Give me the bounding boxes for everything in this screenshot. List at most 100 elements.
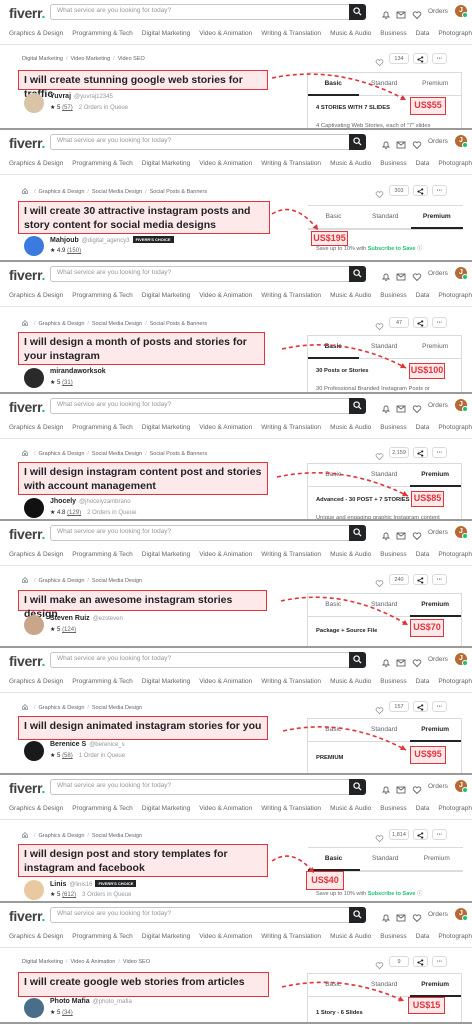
breadcrumb-item[interactable]: Graphics & Design (39, 578, 85, 584)
category-writing-translation[interactable]: Writing & Translation (261, 30, 321, 37)
share-button[interactable] (413, 53, 428, 64)
seller-avatar[interactable] (24, 236, 44, 256)
breadcrumb-item[interactable]: Digital Marketing (22, 959, 63, 965)
category-digital-marketing[interactable]: Digital Marketing (142, 933, 190, 940)
home-icon[interactable] (22, 832, 28, 838)
heart-icon[interactable] (412, 401, 422, 414)
category-writing-translation[interactable]: Writing & Translation (261, 424, 321, 431)
fiverr-logo[interactable]: fiverr. (9, 5, 45, 21)
category-photography[interactable]: Photography (438, 551, 472, 558)
mail-icon[interactable] (396, 401, 406, 413)
orders-link[interactable]: Orders (428, 529, 448, 536)
share-button[interactable] (413, 956, 428, 967)
category-data[interactable]: Data (416, 551, 430, 558)
user-avatar[interactable]: J (455, 5, 468, 18)
category-data[interactable]: Data (416, 678, 430, 685)
mail-icon[interactable] (396, 528, 406, 540)
tab-premium[interactable]: Premium (410, 981, 460, 988)
orders-link[interactable]: Orders (428, 656, 448, 663)
category-music-audio[interactable]: Music & Audio (330, 30, 371, 37)
orders-link[interactable]: Orders (428, 783, 448, 790)
share-button[interactable] (413, 185, 428, 196)
search-button[interactable] (349, 266, 366, 282)
tab-basic[interactable]: Basic (308, 726, 358, 733)
share-button[interactable] (413, 574, 428, 585)
breadcrumb-item[interactable]: Video & Animation (71, 959, 116, 965)
category-digital-marketing[interactable]: Digital Marketing (142, 160, 190, 167)
heart-icon[interactable] (375, 186, 384, 204)
category-programming-tech[interactable]: Programming & Tech (72, 805, 133, 812)
search-input[interactable]: What service are you looking for today? (50, 398, 366, 414)
category-photography[interactable]: Photography (438, 424, 472, 431)
mail-icon[interactable] (396, 910, 406, 922)
user-avatar[interactable]: J (455, 267, 468, 280)
heart-icon[interactable] (412, 7, 422, 20)
category-digital-marketing[interactable]: Digital Marketing (142, 30, 190, 37)
heart-icon[interactable] (412, 528, 422, 541)
category-digital-marketing[interactable]: Digital Marketing (142, 424, 190, 431)
seller-name[interactable]: Jhocely @jhocelyzambrano (50, 498, 131, 505)
review-count[interactable]: (150) (67, 248, 81, 254)
heart-icon[interactable] (375, 575, 384, 593)
breadcrumb-item[interactable]: Graphics & Design (39, 321, 85, 327)
breadcrumb-item[interactable]: Video SEO (118, 56, 145, 62)
tab-premium[interactable]: Premium (410, 80, 460, 87)
category-writing-translation[interactable]: Writing & Translation (261, 160, 321, 167)
breadcrumb-item[interactable]: Social Media Design (92, 189, 142, 195)
tab-basic[interactable]: Basic (308, 471, 358, 478)
seller-avatar[interactable] (24, 880, 44, 900)
category-writing-translation[interactable]: Writing & Translation (261, 678, 321, 685)
tab-basic[interactable]: Basic (308, 855, 359, 862)
category-programming-tech[interactable]: Programming & Tech (72, 160, 133, 167)
breadcrumb-item[interactable]: Social Media Design (92, 578, 142, 584)
orders-link[interactable]: Orders (428, 402, 448, 409)
review-count[interactable]: (34) (62, 1010, 73, 1016)
subscribe-to-save-link[interactable]: Subscribe to Save (368, 246, 416, 252)
home-icon[interactable] (22, 188, 28, 194)
category-business[interactable]: Business (380, 551, 406, 558)
fiverr-logo[interactable]: fiverr. (9, 526, 45, 542)
category-video-animation[interactable]: Video & Animation (199, 551, 252, 558)
category-graphics-design[interactable]: Graphics & Design (9, 678, 63, 685)
seller-avatar[interactable] (24, 498, 44, 518)
category-data[interactable]: Data (416, 160, 430, 167)
category-music-audio[interactable]: Music & Audio (330, 160, 371, 167)
category-writing-translation[interactable]: Writing & Translation (261, 805, 321, 812)
breadcrumb-item[interactable]: Social Posts & Banners (150, 189, 207, 195)
category-programming-tech[interactable]: Programming & Tech (72, 933, 133, 940)
review-count[interactable]: (129) (67, 510, 81, 516)
heart-icon[interactable] (375, 54, 384, 72)
share-button[interactable] (413, 701, 428, 712)
category-video-animation[interactable]: Video & Animation (199, 424, 252, 431)
tab-standard[interactable]: Standard (359, 471, 409, 478)
search-button[interactable] (349, 652, 366, 668)
seller-avatar[interactable] (24, 368, 44, 388)
category-programming-tech[interactable]: Programming & Tech (72, 678, 133, 685)
bell-icon[interactable] (381, 782, 391, 795)
heart-icon[interactable] (412, 655, 422, 668)
category-digital-marketing[interactable]: Digital Marketing (142, 805, 190, 812)
search-input[interactable]: What service are you looking for today? (50, 134, 366, 150)
search-input[interactable]: What service are you looking for today? (50, 779, 366, 795)
category-video-animation[interactable]: Video & Animation (199, 805, 252, 812)
seller-avatar[interactable] (24, 93, 44, 113)
search-button[interactable] (349, 779, 366, 795)
category-video-animation[interactable]: Video & Animation (199, 678, 252, 685)
bell-icon[interactable] (381, 528, 391, 541)
heart-icon[interactable] (375, 318, 384, 336)
category-music-audio[interactable]: Music & Audio (330, 678, 371, 685)
search-input[interactable]: What service are you looking for today? (50, 525, 366, 541)
category-photography[interactable]: Photography (438, 30, 472, 37)
seller-name[interactable]: Photo Mafia @photo_mafia (50, 998, 132, 1005)
search-button[interactable] (349, 4, 366, 20)
category-photography[interactable]: Photography (438, 160, 472, 167)
breadcrumb-item[interactable]: Social Media Design (92, 833, 142, 839)
mail-icon[interactable] (396, 655, 406, 667)
bell-icon[interactable] (381, 910, 391, 923)
category-data[interactable]: Data (416, 933, 430, 940)
tab-standard[interactable]: Standard (359, 343, 409, 350)
category-digital-marketing[interactable]: Digital Marketing (142, 678, 190, 685)
search-button[interactable] (349, 134, 366, 150)
mail-icon[interactable] (396, 782, 406, 794)
tab-premium[interactable]: Premium (411, 213, 462, 220)
